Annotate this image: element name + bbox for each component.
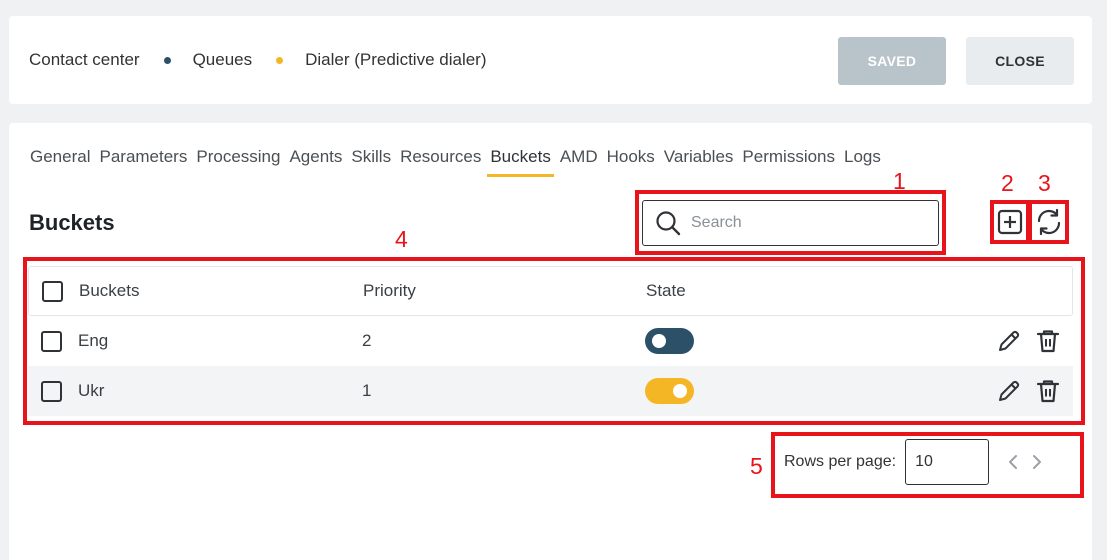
tab-general[interactable]: General bbox=[30, 147, 90, 177]
annotation-box-pagination bbox=[771, 432, 1084, 498]
annotation-box-search bbox=[635, 190, 946, 255]
breadcrumb: Contact center Queues Dialer (Predictive… bbox=[29, 50, 487, 70]
breadcrumb-current: Dialer (Predictive dialer) bbox=[305, 50, 487, 69]
tab-bar: General Parameters Processing Agents Ski… bbox=[30, 147, 890, 177]
tab-resources[interactable]: Resources bbox=[400, 147, 481, 177]
annotation-number-2: 2 bbox=[1001, 170, 1014, 196]
tab-logs[interactable]: Logs bbox=[844, 147, 881, 177]
section-title: Buckets bbox=[29, 210, 115, 235]
breadcrumb-queues[interactable]: Queues bbox=[193, 50, 253, 70]
tab-parameters[interactable]: Parameters bbox=[99, 147, 187, 177]
tab-hooks[interactable]: Hooks bbox=[607, 147, 655, 177]
tab-agents[interactable]: Agents bbox=[289, 147, 342, 177]
breadcrumb-separator-dot bbox=[276, 56, 284, 64]
annotation-box-add bbox=[990, 200, 1030, 244]
saved-button[interactable]: SAVED bbox=[838, 37, 946, 85]
annotation-number-5: 5 bbox=[750, 453, 763, 479]
annotation-box-table bbox=[23, 257, 1085, 425]
close-button[interactable]: CLOSE bbox=[966, 37, 1074, 85]
breadcrumb-contact-center[interactable]: Contact center bbox=[29, 50, 140, 70]
annotation-number-1: 1 bbox=[893, 168, 906, 194]
annotation-number-4: 4 bbox=[395, 226, 408, 252]
tab-processing[interactable]: Processing bbox=[196, 147, 280, 177]
tab-permissions[interactable]: Permissions bbox=[742, 147, 835, 177]
annotation-box-refresh bbox=[1028, 200, 1069, 244]
tab-amd[interactable]: AMD bbox=[560, 147, 598, 177]
tab-variables[interactable]: Variables bbox=[664, 147, 734, 177]
annotation-number-3: 3 bbox=[1038, 170, 1051, 196]
breadcrumb-separator-dot bbox=[163, 56, 171, 64]
tab-buckets[interactable]: Buckets bbox=[487, 147, 555, 177]
header-bar: Contact center Queues Dialer (Predictive… bbox=[9, 16, 1092, 104]
tab-skills[interactable]: Skills bbox=[351, 147, 391, 177]
